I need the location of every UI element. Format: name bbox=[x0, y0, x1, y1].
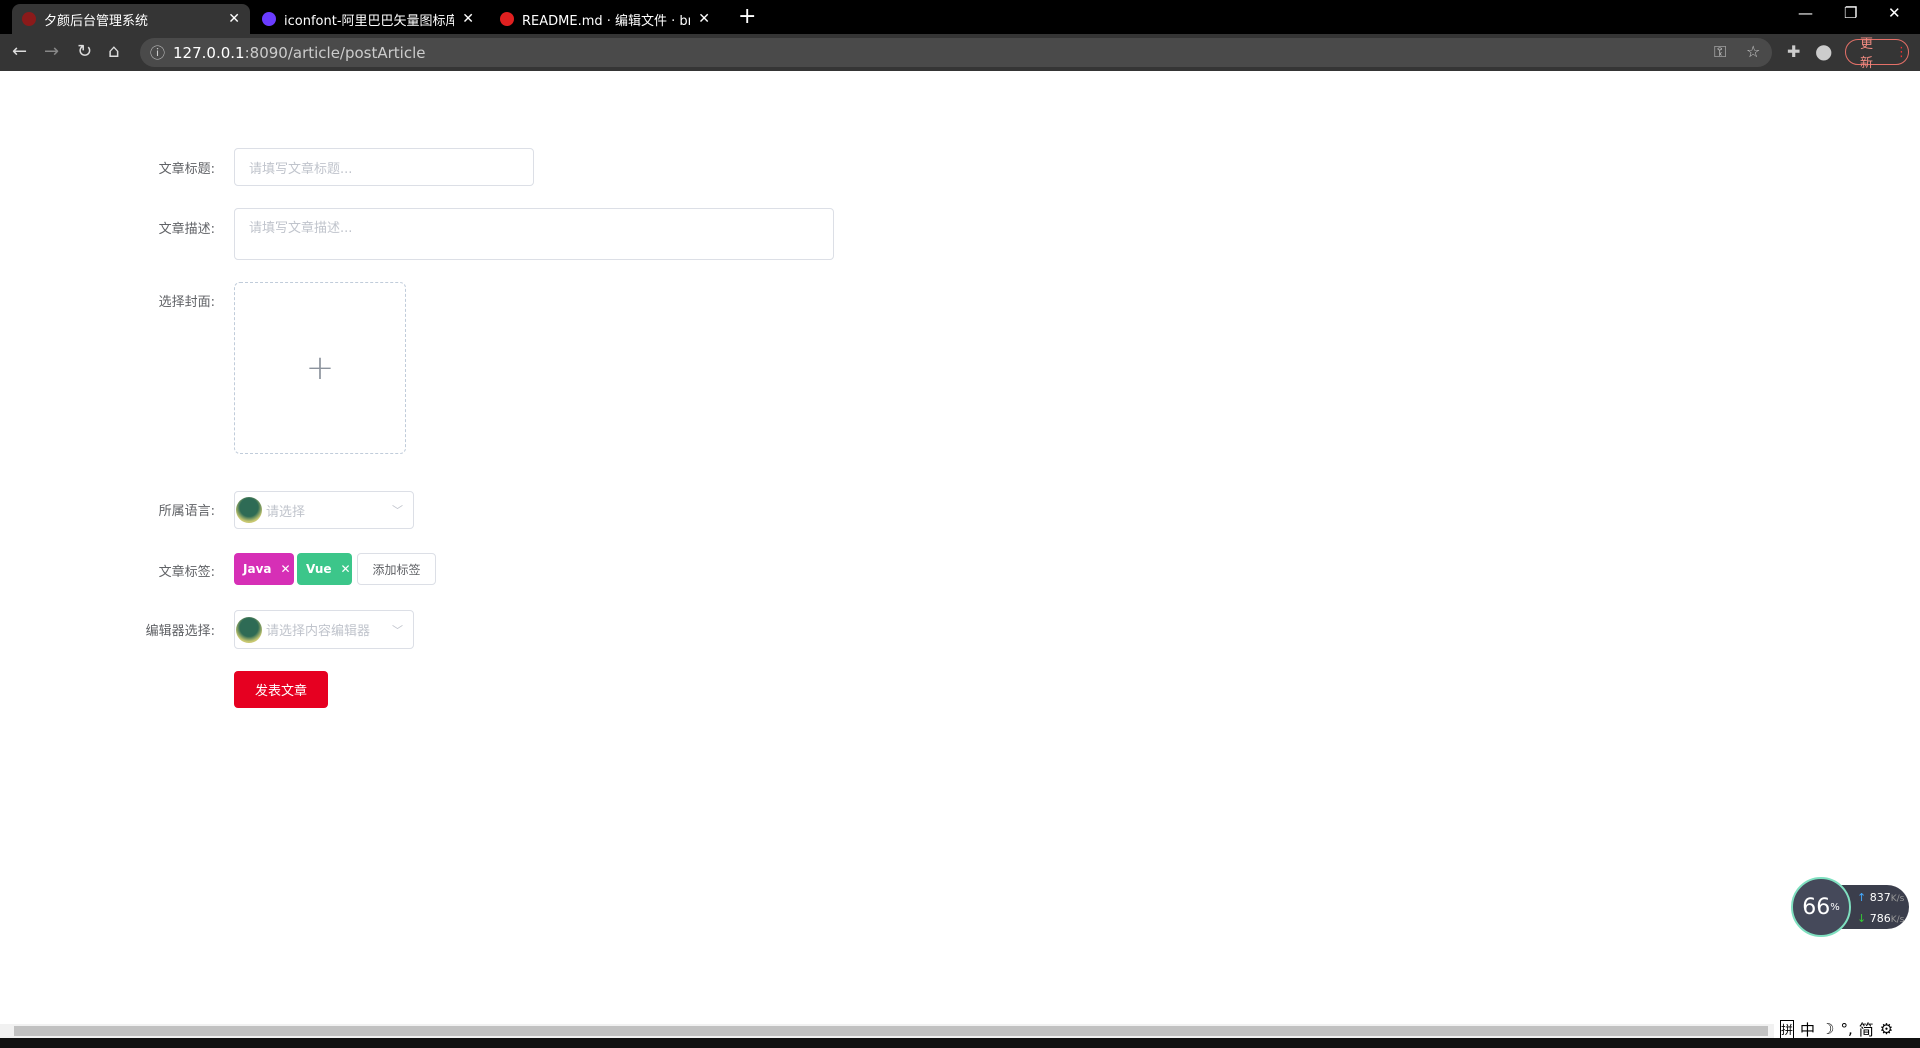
avatar-icon bbox=[236, 497, 262, 523]
restore-icon[interactable]: ❐ bbox=[1844, 4, 1857, 22]
speed-unit: K/s bbox=[1890, 915, 1905, 925]
language-label: 所属语言: bbox=[158, 504, 215, 519]
menu-icon: ⋮ bbox=[1895, 44, 1908, 60]
chinese-mode-icon[interactable]: 中 bbox=[1800, 1019, 1815, 1040]
close-tab-icon[interactable]: ✕ bbox=[228, 11, 240, 27]
tab-iconfont[interactable]: iconfont-阿里巴巴矢量图标库 ✕ bbox=[252, 4, 484, 34]
browser-toolbar: ← → ↻ ⌂ ⓘ 127.0.0.1 :8090/article/postAr… bbox=[0, 34, 1920, 71]
close-tag-icon[interactable]: ✕ bbox=[341, 562, 351, 576]
scrollbar-thumb[interactable] bbox=[14, 1026, 1768, 1036]
pinyin-icon[interactable]: 拼 bbox=[1780, 1019, 1795, 1039]
tab-title: README.md · 编辑文件 · bright bbox=[522, 13, 690, 29]
key-icon[interactable]: ⚿ bbox=[1714, 42, 1726, 62]
extensions-icon[interactable]: ✚ bbox=[1787, 42, 1800, 61]
avatar-icon bbox=[236, 616, 262, 643]
download-arrow-icon: ↓ bbox=[1857, 912, 1867, 925]
moon-icon[interactable]: ☽ bbox=[1821, 1020, 1834, 1038]
address-bar[interactable]: ⓘ 127.0.0.1 :8090/article/postArticle bbox=[140, 38, 1772, 67]
add-tag-label: 添加标签 bbox=[372, 562, 421, 577]
chevron-down-icon: ﹀ bbox=[392, 623, 403, 637]
tab-strip: 夕颜后台管理系统 ✕ iconfont-阿里巴巴矢量图标库 ✕ README.m… bbox=[0, 0, 1920, 34]
tag-java: Java ✕ bbox=[234, 553, 294, 585]
gear-icon[interactable]: ⚙ bbox=[1880, 1020, 1893, 1038]
simplified-icon[interactable]: 简 bbox=[1859, 1019, 1874, 1040]
upload-speed: 837 bbox=[1869, 891, 1891, 904]
tags-label: 文章标签: bbox=[158, 565, 215, 580]
back-icon[interactable]: ← bbox=[12, 41, 27, 62]
url-host: 127.0.0.1 bbox=[173, 43, 245, 62]
cpu-gauge: 66% bbox=[1791, 877, 1851, 937]
tab-title: iconfont-阿里巴巴矢量图标库 bbox=[284, 13, 455, 29]
editor-placeholder: 请选择内容编辑器 bbox=[266, 624, 371, 639]
horizontal-scrollbar[interactable] bbox=[0, 1024, 1774, 1038]
language-placeholder: 请选择 bbox=[266, 504, 306, 520]
speed-unit: K/s bbox=[1890, 894, 1905, 904]
cover-upload[interactable]: + bbox=[234, 282, 406, 454]
chevron-down-icon: ﹀ bbox=[392, 504, 403, 517]
tag-vue: Vue ✕ bbox=[297, 553, 352, 585]
new-tab-icon[interactable]: + bbox=[738, 4, 756, 29]
url-path: :8090/article/postArticle bbox=[244, 43, 426, 62]
close-window-icon[interactable]: ✕ bbox=[1888, 4, 1901, 22]
title-input[interactable]: 请填写文章标题... bbox=[234, 148, 534, 186]
title-label: 文章标题: bbox=[158, 162, 215, 177]
update-button[interactable]: 更新 ⋮ bbox=[1845, 37, 1909, 71]
favicon-icon bbox=[22, 12, 36, 26]
title-placeholder: 请填写文章标题... bbox=[249, 161, 353, 177]
desc-textarea[interactable]: 请填写文章描述... bbox=[234, 208, 834, 260]
update-label: 更新 bbox=[1860, 37, 1874, 71]
cpu-value: 66 bbox=[1802, 894, 1831, 920]
punctuation-icon[interactable]: °, bbox=[1840, 1020, 1852, 1038]
home-icon[interactable]: ⌂ bbox=[108, 41, 119, 62]
forward-icon[interactable]: → bbox=[44, 41, 59, 62]
reload-icon[interactable]: ↻ bbox=[77, 41, 92, 62]
tab-title: 夕颜后台管理系统 bbox=[44, 13, 149, 29]
close-tab-icon[interactable]: ✕ bbox=[698, 11, 710, 27]
info-icon[interactable]: ⓘ bbox=[150, 42, 165, 63]
taskbar bbox=[0, 1038, 1920, 1048]
publish-label: 发表文章 bbox=[254, 683, 307, 698]
favicon-icon bbox=[500, 12, 514, 26]
cpu-unit: % bbox=[1830, 901, 1840, 913]
editor-select[interactable]: 请选择内容编辑器 ﹀ bbox=[234, 610, 414, 649]
upload-arrow-icon: ↑ bbox=[1857, 891, 1867, 904]
add-tag-button[interactable]: 添加标签 bbox=[357, 553, 436, 585]
plus-icon: + bbox=[305, 348, 335, 388]
minimize-icon[interactable]: — bbox=[1798, 4, 1813, 22]
publish-button[interactable]: 发表文章 bbox=[234, 671, 328, 708]
language-select[interactable]: 请选择 ﹀ bbox=[234, 491, 414, 529]
close-tab-icon[interactable]: ✕ bbox=[462, 11, 474, 27]
editor-label: 编辑器选择: bbox=[145, 624, 215, 639]
desc-placeholder: 请填写文章描述... bbox=[249, 221, 353, 236]
favicon-icon bbox=[262, 12, 276, 26]
cover-label: 选择封面: bbox=[158, 295, 215, 310]
ime-toolbar: 拼 中 ☽ °, 简 ⚙ bbox=[1776, 1019, 1920, 1040]
tab-readme[interactable]: README.md · 编辑文件 · bright ✕ bbox=[490, 4, 720, 34]
profile-icon[interactable]: ● bbox=[1815, 39, 1832, 63]
star-icon[interactable]: ☆ bbox=[1746, 42, 1760, 61]
close-tag-icon[interactable]: ✕ bbox=[280, 562, 290, 576]
tag-text: Java bbox=[243, 562, 272, 576]
tag-text: Vue bbox=[306, 562, 332, 576]
download-speed: 786 bbox=[1869, 912, 1891, 925]
desc-label: 文章描述: bbox=[158, 222, 215, 237]
tab-admin[interactable]: 夕颜后台管理系统 ✕ bbox=[12, 4, 250, 34]
